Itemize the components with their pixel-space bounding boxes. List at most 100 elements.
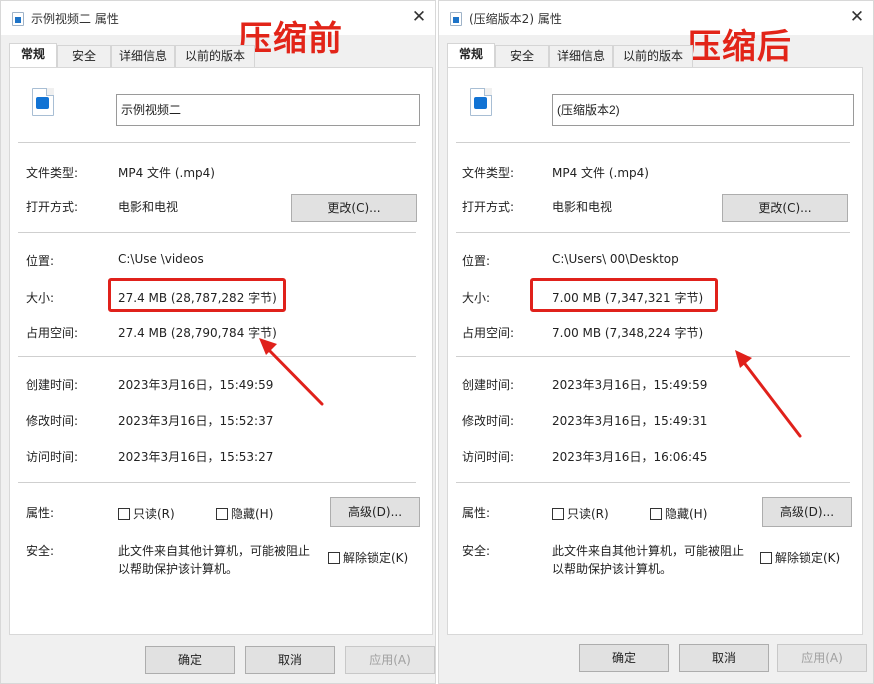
unblock-label: 解除锁定(K) — [343, 551, 409, 565]
modified-label: 修改时间: — [26, 414, 79, 428]
change-button[interactable]: 更改(C)... — [291, 194, 417, 222]
advanced-button[interactable]: 高级(D)... — [330, 497, 420, 527]
divider — [456, 232, 850, 233]
divider — [18, 142, 416, 143]
size-label: 大小: — [462, 291, 491, 305]
location-value: C:\Users\ 00\Desktop — [552, 252, 679, 266]
divider — [18, 482, 416, 483]
tab-general[interactable]: 常规 — [447, 43, 495, 67]
unblock-label: 解除锁定(K) — [775, 551, 841, 565]
modified-label: 修改时间: — [462, 414, 515, 428]
general-panel: (压缩版本2) 文件类型: MP4 文件 (.mp4) 打开方式: 电影和电视 … — [447, 67, 863, 635]
file-name-field[interactable]: 示例视频二 — [116, 94, 420, 126]
created-label: 创建时间: — [26, 378, 79, 392]
disk-size-value: 27.4 MB (28,790,784 字节) — [118, 326, 277, 340]
checkbox-box[interactable] — [118, 508, 130, 520]
divider — [18, 356, 416, 357]
title-bar: 示例视频二 属性 ✕ — [1, 1, 435, 35]
readonly-checkbox[interactable]: 只读(R) — [552, 505, 609, 522]
checkbox-box[interactable] — [760, 552, 772, 564]
accessed-value: 2023年3月16日，15:53:27 — [118, 450, 274, 464]
checkbox-box[interactable] — [650, 508, 662, 520]
tab-details[interactable]: 详细信息 — [549, 45, 613, 67]
checkbox-box[interactable] — [328, 552, 340, 564]
cancel-button[interactable]: 取消 — [245, 646, 335, 674]
security-label: 安全: — [462, 544, 491, 558]
hidden-checkbox[interactable]: 隐藏(H) — [216, 505, 273, 522]
change-button[interactable]: 更改(C)... — [722, 194, 848, 222]
file-type-value: MP4 文件 (.mp4) — [118, 166, 215, 180]
ok-button[interactable]: 确定 — [579, 644, 669, 672]
size-label: 大小: — [26, 291, 55, 305]
location-label: 位置: — [462, 254, 491, 268]
disk-size-label: 占用空间: — [26, 326, 79, 340]
readonly-label: 只读(R) — [567, 507, 609, 521]
modified-value: 2023年3月16日，15:52:37 — [118, 414, 274, 428]
created-value: 2023年3月16日，15:49:59 — [552, 378, 708, 392]
accessed-label: 访问时间: — [462, 450, 515, 464]
tab-previous-versions[interactable]: 以前的版本 — [613, 45, 693, 67]
window-title: 示例视频二 属性 — [31, 12, 119, 26]
checkbox-box[interactable] — [552, 508, 564, 520]
security-message-line2: 以帮助保护该计算机。 — [118, 562, 239, 576]
close-icon[interactable]: ✕ — [407, 6, 431, 28]
file-name-field[interactable]: (压缩版本2) — [552, 94, 854, 126]
open-with-value: 电影和电视 — [118, 200, 179, 214]
ok-button[interactable]: 确定 — [145, 646, 235, 674]
compare-tag-after: 压缩后 — [687, 27, 792, 67]
security-message-line1: 此文件来自其他计算机，可能被阻止 — [118, 544, 311, 558]
advanced-button[interactable]: 高级(D)... — [762, 497, 852, 527]
properties-dialog-after: (压缩版本2) 属性 ✕ 压缩后 常规 安全 详细信息 以前的版本 (压缩版本2… — [438, 0, 874, 684]
tab-security[interactable]: 安全 — [57, 45, 111, 67]
created-value: 2023年3月16日，15:49:59 — [118, 378, 274, 392]
security-message-line1: 此文件来自其他计算机，可能被阻止 — [552, 544, 745, 558]
attributes-label: 属性: — [26, 506, 55, 520]
window-title: (压缩版本2) 属性 — [469, 12, 562, 26]
file-type-value: MP4 文件 (.mp4) — [552, 166, 649, 180]
hidden-label: 隐藏(H) — [665, 507, 708, 521]
video-file-icon — [32, 88, 54, 116]
video-file-icon — [450, 12, 462, 26]
location-value: C:\Use \videos — [118, 252, 204, 266]
open-with-value: 电影和电视 — [552, 200, 613, 214]
title-bar: (压缩版本2) 属性 ✕ — [439, 1, 873, 35]
cancel-button[interactable]: 取消 — [679, 644, 769, 672]
security-label: 安全: — [26, 544, 55, 558]
divider — [456, 142, 850, 143]
checkbox-box[interactable] — [216, 508, 228, 520]
accessed-value: 2023年3月16日，16:06:45 — [552, 450, 708, 464]
tab-security[interactable]: 安全 — [495, 45, 549, 67]
general-panel: 示例视频二 文件类型: MP4 文件 (.mp4) 打开方式: 电影和电视 更改… — [9, 67, 433, 635]
hidden-label: 隐藏(H) — [231, 507, 274, 521]
apply-button[interactable]: 应用(A) — [777, 644, 867, 672]
readonly-checkbox[interactable]: 只读(R) — [118, 505, 175, 522]
location-label: 位置: — [26, 254, 55, 268]
size-highlight-box — [108, 278, 286, 312]
file-type-label: 文件类型: — [462, 166, 515, 180]
modified-value: 2023年3月16日，15:49:31 — [552, 414, 708, 428]
hidden-checkbox[interactable]: 隐藏(H) — [650, 505, 707, 522]
accessed-label: 访问时间: — [26, 450, 79, 464]
tab-general[interactable]: 常规 — [9, 43, 57, 67]
readonly-label: 只读(R) — [133, 507, 175, 521]
divider — [456, 356, 850, 357]
properties-dialog-before: 示例视频二 属性 ✕ 压缩前 常规 安全 详细信息 以前的版本 示例视频二 文件… — [0, 0, 436, 684]
size-highlight-box — [530, 278, 718, 312]
close-icon[interactable]: ✕ — [845, 6, 869, 28]
video-file-icon — [470, 88, 492, 116]
tab-details[interactable]: 详细信息 — [111, 45, 175, 67]
tab-previous-versions[interactable]: 以前的版本 — [175, 45, 255, 67]
disk-size-value: 7.00 MB (7,348,224 字节) — [552, 326, 704, 340]
open-with-label: 打开方式: — [26, 200, 79, 214]
unblock-checkbox[interactable]: 解除锁定(K) — [760, 549, 840, 566]
apply-button[interactable]: 应用(A) — [345, 646, 435, 674]
video-file-icon — [12, 12, 24, 26]
attributes-label: 属性: — [462, 506, 491, 520]
divider — [456, 482, 850, 483]
created-label: 创建时间: — [462, 378, 515, 392]
disk-size-label: 占用空间: — [462, 326, 515, 340]
divider — [18, 232, 416, 233]
security-message-line2: 以帮助保护该计算机。 — [552, 562, 673, 576]
open-with-label: 打开方式: — [462, 200, 515, 214]
unblock-checkbox[interactable]: 解除锁定(K) — [328, 549, 408, 566]
